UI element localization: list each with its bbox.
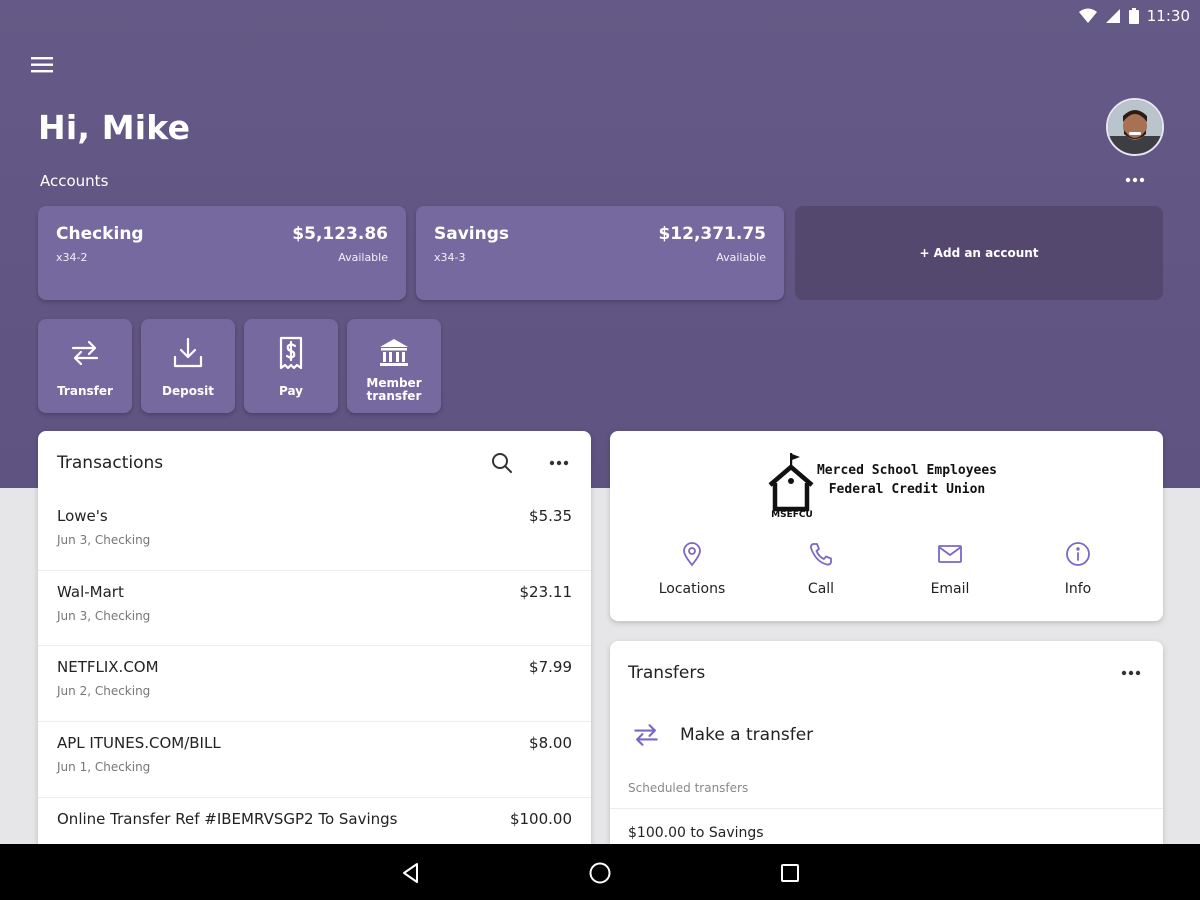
accounts-more-button[interactable]	[1122, 170, 1148, 190]
scheduled-transfers-heading: Scheduled transfers	[628, 781, 749, 795]
action-label: Info	[1064, 581, 1092, 597]
action-label: Locations	[658, 581, 726, 597]
home-button[interactable]	[587, 860, 613, 886]
account-card-checking[interactable]: Checking x34-2 $5,123.86 Available	[38, 206, 406, 300]
balance-label: Available	[716, 251, 766, 264]
divider	[610, 808, 1163, 809]
transaction-amount: $5.35	[529, 507, 572, 525]
account-number: x34-2	[56, 251, 88, 264]
wifi-icon	[1078, 8, 1097, 23]
transactions-more-button[interactable]	[546, 453, 572, 473]
more-horizontal-icon	[1121, 670, 1141, 676]
transaction-merchant: Wal-Mart	[57, 583, 124, 601]
transaction-detail: Jun 3, Checking	[57, 609, 151, 623]
pay-icon	[279, 336, 303, 370]
scheduled-transfer-item[interactable]: $100.00 to Savings	[628, 825, 764, 841]
transaction-row[interactable]: NETFLIX.COM Jun 2, Checking $7.99	[38, 645, 591, 721]
credit-union-name-line2: Federal Credit Union	[828, 482, 986, 497]
transactions-search-button[interactable]	[490, 451, 514, 475]
transaction-merchant: Online Transfer Ref #IBEMRVSGP2 To Savin…	[57, 810, 398, 828]
locations-button[interactable]: Locations	[632, 541, 752, 607]
transfers-title: Transfers	[628, 663, 706, 683]
add-account-button[interactable]: + Add an account	[795, 206, 1163, 300]
phone-icon	[810, 543, 832, 566]
info-icon	[1066, 542, 1090, 566]
transaction-amount: $100.00	[509, 810, 572, 828]
bank-icon	[380, 339, 408, 366]
make-transfer-button[interactable]: Make a transfer	[630, 715, 813, 755]
pay-action-button[interactable]: Pay	[244, 319, 338, 413]
home-circle-icon	[589, 862, 611, 884]
account-card-savings[interactable]: Savings x34-3 $12,371.75 Available	[416, 206, 784, 300]
action-label: Transfer	[57, 384, 113, 398]
logo-text: MSEFCU	[771, 510, 813, 519]
recents-square-icon	[781, 864, 799, 882]
back-triangle-icon	[403, 863, 418, 883]
user-photo-icon	[1108, 100, 1162, 154]
balance-label: Available	[338, 251, 388, 264]
search-icon	[492, 453, 512, 473]
more-horizontal-icon	[549, 460, 569, 466]
status-bar: 11:30	[1078, 0, 1200, 32]
signal-icon	[1105, 9, 1120, 23]
transaction-amount: $8.00	[529, 734, 572, 752]
recents-button[interactable]	[777, 860, 803, 886]
back-button[interactable]	[398, 860, 424, 886]
menu-button[interactable]	[30, 54, 56, 76]
transaction-row[interactable]: Wal-Mart Jun 3, Checking $23.11	[38, 570, 591, 646]
account-name: Savings	[434, 224, 510, 244]
account-balance: $12,371.75	[658, 224, 766, 244]
action-label: Call	[807, 581, 835, 597]
credit-union-panel: MSEFCU Merced School Employees Federal C…	[610, 431, 1163, 621]
transfer-icon	[71, 340, 99, 366]
transaction-amount: $7.99	[529, 658, 572, 676]
transaction-merchant: Lowe's	[57, 507, 108, 525]
email-icon	[938, 545, 962, 563]
transfers-panel: Transfers Make a transfer Scheduled tran…	[610, 641, 1163, 861]
account-balance: $5,123.86	[292, 224, 388, 244]
action-label: Member transfer	[366, 376, 422, 403]
action-label: Deposit	[162, 384, 214, 398]
transaction-detail: Jun 3, Checking	[57, 533, 151, 547]
credit-union-name-line1: Merced School Employees	[816, 463, 997, 478]
battery-icon	[1128, 8, 1139, 24]
transaction-detail: Jun 1, Checking	[57, 760, 151, 774]
credit-union-name: Merced School Employees Federal Credit U…	[810, 461, 1004, 499]
transactions-title: Transactions	[57, 453, 164, 473]
avatar[interactable]	[1106, 98, 1164, 156]
info-button[interactable]: Info	[1018, 541, 1138, 607]
status-time: 11:30	[1146, 7, 1190, 25]
transfers-more-button[interactable]	[1118, 663, 1144, 683]
transaction-detail: Jun 2, Checking	[57, 684, 151, 698]
deposit-action-button[interactable]: Deposit	[141, 319, 235, 413]
location-pin-icon	[683, 542, 701, 567]
system-navigation-bar	[0, 844, 1200, 900]
transaction-merchant: APL ITUNES.COM/BILL	[57, 734, 221, 752]
account-number: x34-3	[434, 251, 466, 264]
action-label: Pay	[278, 384, 304, 398]
make-transfer-label: Make a transfer	[680, 725, 814, 745]
hamburger-icon	[31, 57, 53, 73]
greeting-title: Hi, Mike	[38, 108, 191, 147]
transfer-action-button[interactable]: Transfer	[38, 319, 132, 413]
call-button[interactable]: Call	[761, 541, 881, 607]
deposit-icon	[173, 337, 203, 368]
transaction-amount: $23.11	[519, 583, 573, 601]
transaction-row[interactable]: APL ITUNES.COM/BILL Jun 1, Checking $8.0…	[38, 721, 591, 797]
accounts-heading: Accounts	[40, 172, 109, 190]
transactions-panel: Transactions Lowe's Jun 3, Checking $5.3…	[38, 431, 591, 861]
add-account-label: + Add an account	[919, 246, 1039, 260]
account-name: Checking	[56, 224, 144, 244]
transaction-merchant: NETFLIX.COM	[57, 658, 159, 676]
email-button[interactable]: Email	[890, 541, 1010, 607]
member-transfer-action-button[interactable]: Member transfer	[347, 319, 441, 413]
action-label: Email	[930, 581, 970, 597]
more-horizontal-icon	[1125, 177, 1145, 183]
transfer-icon	[634, 724, 658, 746]
transaction-row[interactable]: Lowe's Jun 3, Checking $5.35	[38, 495, 591, 570]
